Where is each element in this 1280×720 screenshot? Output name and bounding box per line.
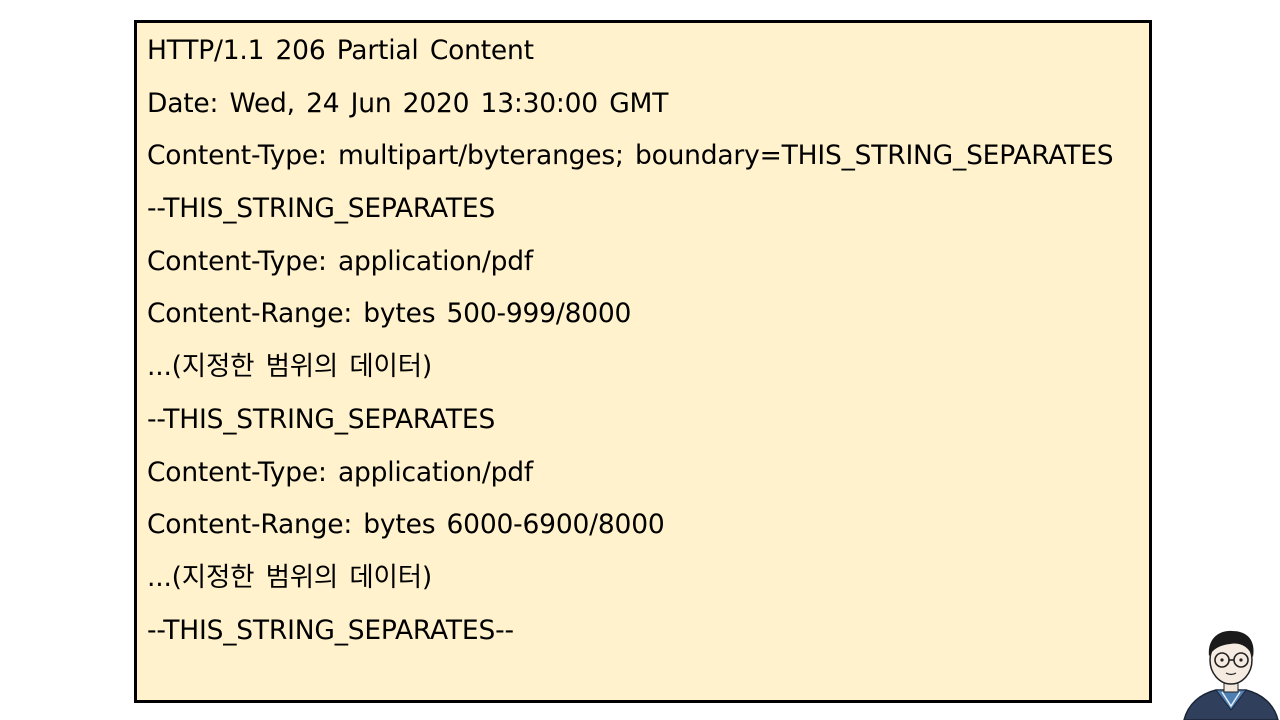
boundary-line: --THIS_STRING_SEPARATES bbox=[147, 403, 496, 435]
part-data: ...(지정한 범위의 데이터) bbox=[147, 561, 433, 593]
boundary-line: --THIS_STRING_SEPARATES bbox=[147, 193, 496, 225]
part-content-range: Content-Range: bytes 6000-6900/8000 bbox=[147, 509, 665, 541]
date-header: Date: Wed, 24 Jun 2020 13:30:00 GMT bbox=[147, 87, 669, 119]
status-line: HTTP/1.1 206 Partial Content bbox=[147, 35, 534, 66]
part-content-type: Content-Type: application/pdf bbox=[147, 245, 534, 277]
content-type-header: Content-Type: multipart/byteranges; boun… bbox=[147, 140, 1114, 172]
part-content-type: Content-Type: application/pdf bbox=[147, 456, 534, 488]
closing-boundary-line: --THIS_STRING_SEPARATES-- bbox=[147, 614, 514, 646]
http-response-box: HTTP/1.1 206 Partial Content Date: Wed, … bbox=[134, 20, 1152, 703]
part-content-range: Content-Range: bytes 500-999/8000 bbox=[147, 298, 632, 330]
part-data: ...(지정한 범위의 데이터) bbox=[147, 351, 433, 383]
presenter-avatar-icon bbox=[1183, 630, 1279, 720]
